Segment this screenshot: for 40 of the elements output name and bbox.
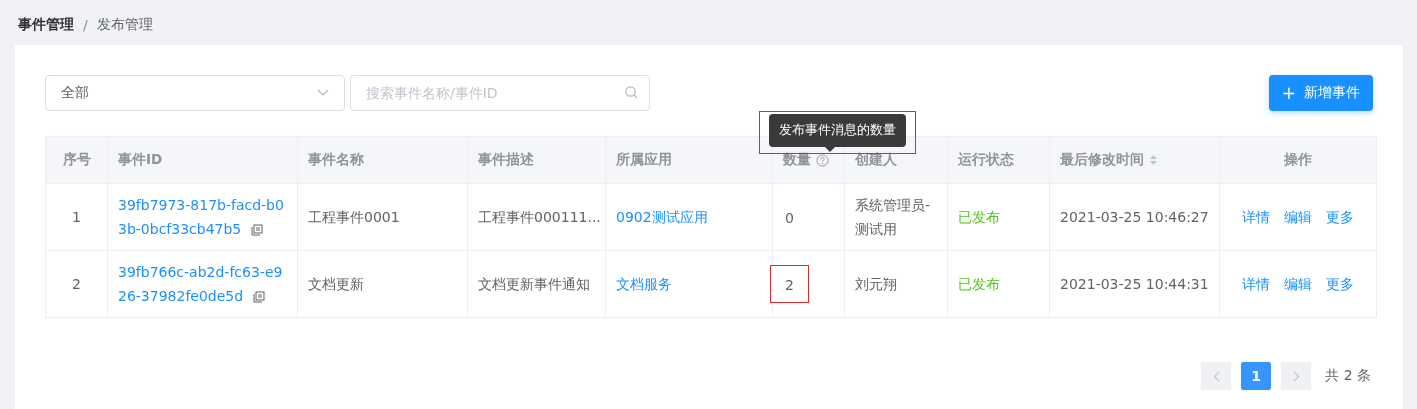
- action-link[interactable]: 更多: [1326, 205, 1354, 229]
- table-cell: 2: [72, 276, 81, 292]
- breadcrumb-link[interactable]: 事件管理: [18, 15, 74, 34]
- table-cell: 2: [770, 265, 809, 303]
- breadcrumb-separator: /: [83, 16, 88, 33]
- table-cell: 系统管理员-测试用: [855, 197, 931, 237]
- page-button[interactable]: 1: [1241, 362, 1272, 390]
- app-link[interactable]: 文档服务: [616, 276, 672, 292]
- column-header: 序号: [62, 151, 91, 169]
- column-header: 运行状态: [958, 151, 1014, 169]
- table-cell: 2021-03-25 10:46:27: [1060, 209, 1209, 225]
- action-link[interactable]: 详情: [1242, 272, 1270, 296]
- tooltip: 发布事件消息的数量: [769, 114, 906, 147]
- action-link[interactable]: 更多: [1326, 272, 1354, 296]
- column-header: 事件描述: [478, 151, 534, 169]
- column-header: 事件名称: [308, 151, 364, 169]
- column-header: 创建人: [855, 151, 897, 169]
- column-header: 操作: [1284, 151, 1312, 169]
- table-cell: 工程事件000111...: [478, 209, 601, 225]
- add-event-button[interactable]: + 新增事件: [1268, 75, 1373, 111]
- breadcrumb-current: 发布管理: [96, 15, 153, 34]
- table-cell: 2021-03-25 10:44:31: [1060, 276, 1209, 292]
- total-count: 共 2 条: [1325, 367, 1371, 385]
- action-link[interactable]: 详情: [1242, 205, 1270, 229]
- table-cell-text: 0: [784, 209, 795, 228]
- action-link[interactable]: 编辑: [1284, 205, 1312, 229]
- column-header: 事件ID: [118, 151, 163, 169]
- status-text: 已发布: [958, 276, 1000, 292]
- filter-select[interactable]: 全部: [45, 75, 345, 111]
- column-header: 最后修改时间: [1060, 151, 1144, 169]
- table-cell: 1: [72, 209, 81, 225]
- status-text: 已发布: [958, 209, 1000, 225]
- action-link[interactable]: 编辑: [1284, 272, 1312, 296]
- table-cell: 刘元翔: [855, 276, 897, 292]
- table-cell: 文档更新: [308, 276, 364, 292]
- table-cell: 工程事件0001: [308, 209, 400, 225]
- app-link[interactable]: 0902测试应用: [616, 209, 708, 225]
- search-field[interactable]: 搜索事件名称/事件ID: [350, 75, 650, 111]
- column-header: 所属应用: [616, 151, 672, 169]
- table-cell: 文档更新事件通知: [478, 276, 590, 292]
